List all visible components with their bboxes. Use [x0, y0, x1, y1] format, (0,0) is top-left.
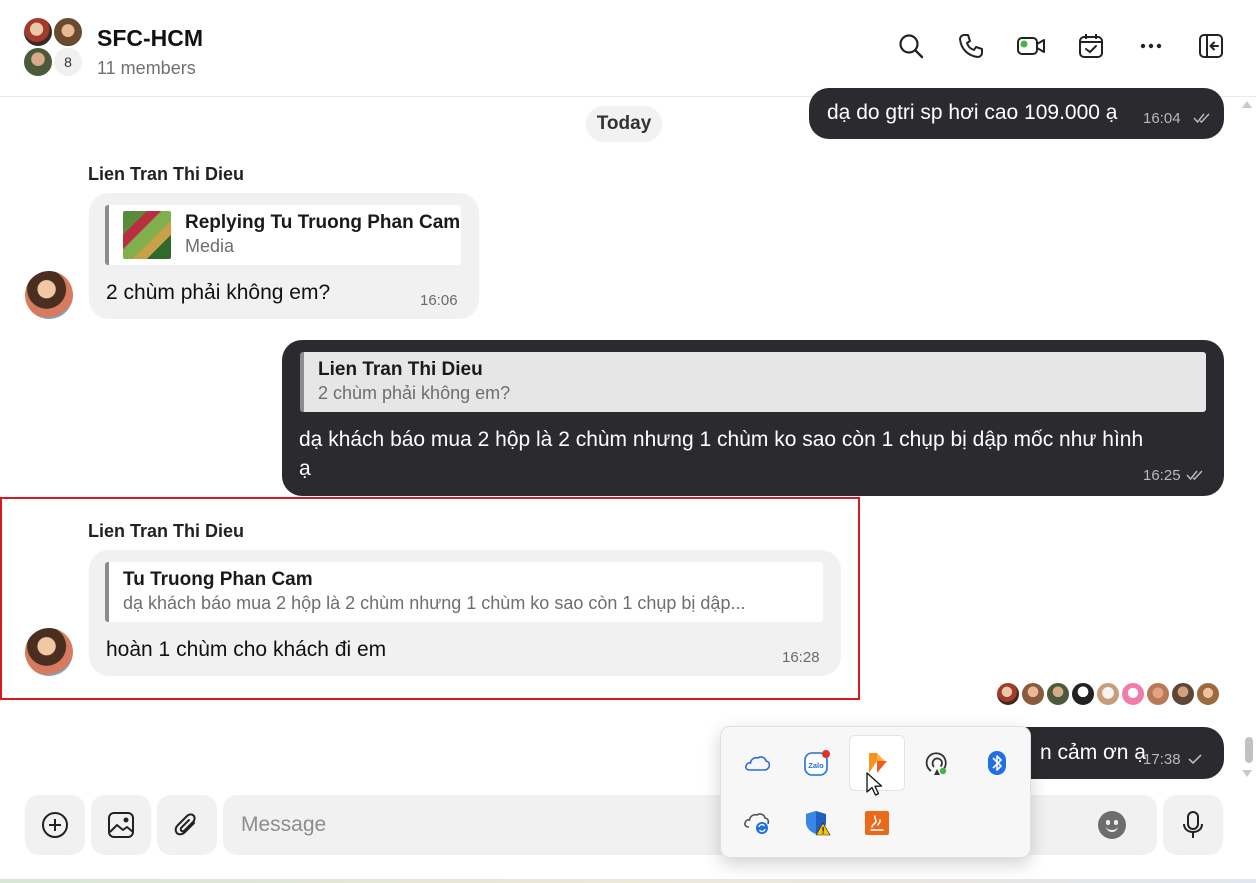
- microphone-icon: [1183, 811, 1203, 838]
- video-call-icon[interactable]: [1015, 30, 1047, 62]
- reply-quote-text: dạ khách báo mua 2 hộp là 2 chùm nhưng 1…: [123, 593, 746, 613]
- window-bottom-edge: [0, 879, 1256, 883]
- message-text: n cảm ơn ạ: [1040, 741, 1146, 764]
- message-time: 16:25: [1143, 467, 1181, 484]
- svg-text:Zalo: Zalo: [808, 761, 824, 770]
- double-check-icon: [1186, 470, 1203, 481]
- member-count-badge: 8: [52, 46, 84, 78]
- sender-name[interactable]: Lien Tran Thi Dieu: [88, 164, 244, 185]
- message-time: 16:04: [1143, 110, 1181, 127]
- member-avatar: [52, 16, 84, 48]
- message-text: dạ do gtri sp hơi cao 109.000 ạ: [827, 101, 1118, 124]
- chat-header: 8 SFC-HCM 11 members: [0, 0, 1256, 97]
- incoming-message[interactable]: Replying Tu Truong Phan Cam Media 2 chùm…: [89, 193, 479, 319]
- seen-avatar: [1096, 682, 1120, 706]
- voice-message-button[interactable]: [1163, 795, 1223, 855]
- scroll-down-arrow[interactable]: [1242, 770, 1252, 777]
- java-update-icon[interactable]: [849, 795, 905, 851]
- add-button[interactable]: [25, 795, 85, 855]
- message-text-continued: ạ: [299, 457, 311, 480]
- reply-quote-name: Replying Tu Truong Phan Cam: [185, 212, 461, 233]
- message-text: hoàn 1 chùm cho khách đi em: [106, 638, 387, 661]
- seen-avatar: [1071, 682, 1095, 706]
- group-title[interactable]: SFC-HCM: [97, 25, 203, 52]
- seen-avatar: [1171, 682, 1195, 706]
- member-avatar: [22, 16, 54, 48]
- emoji-icon[interactable]: [1098, 811, 1126, 839]
- image-button[interactable]: [91, 795, 151, 855]
- more-options-icon[interactable]: [1135, 30, 1167, 62]
- seen-avatar: [1021, 682, 1045, 706]
- date-divider: Today: [586, 106, 662, 142]
- bluetooth-icon[interactable]: [969, 735, 1025, 791]
- sender-avatar[interactable]: [25, 271, 73, 319]
- seen-avatar: [1121, 682, 1145, 706]
- phone-icon[interactable]: [955, 30, 987, 62]
- reply-quote[interactable]: Lien Tran Thi Dieu 2 chùm phải không em?: [300, 352, 1206, 412]
- reply-quote[interactable]: Tu Truong Phan Cam dạ khách báo mua 2 hộ…: [105, 562, 823, 622]
- reply-media-thumbnail: [123, 211, 171, 259]
- double-check-icon: [1193, 113, 1210, 124]
- message-text: 2 chùm phải không em?: [106, 281, 331, 304]
- windows-security-icon[interactable]: [789, 795, 845, 851]
- reply-quote-text: Media: [185, 236, 235, 256]
- system-tray-overflow: Zalo: [720, 726, 1031, 858]
- airplay-icon[interactable]: [909, 735, 965, 791]
- incoming-message[interactable]: Tu Truong Phan Cam dạ khách báo mua 2 hộ…: [89, 550, 841, 676]
- seen-avatar: [1146, 682, 1170, 706]
- paperclip-icon: [174, 813, 196, 836]
- attach-button[interactable]: [157, 795, 217, 855]
- reply-quote-name: Lien Tran Thi Dieu: [318, 359, 483, 380]
- message-time: 17:38: [1143, 751, 1181, 768]
- toggle-sidebar-icon[interactable]: [1195, 30, 1227, 62]
- member-count[interactable]: 11 members: [97, 58, 196, 79]
- member-avatar: [22, 46, 54, 78]
- outgoing-message[interactable]: dạ do gtri sp hơi cao 109.000 ạ 16:04: [809, 88, 1224, 139]
- seen-avatar: [996, 682, 1020, 706]
- seen-avatar: [1196, 682, 1220, 706]
- onedrive-icon[interactable]: [729, 735, 785, 791]
- outgoing-message[interactable]: Lien Tran Thi Dieu 2 chùm phải không em?…: [282, 340, 1224, 496]
- reply-quote-name: Tu Truong Phan Cam: [123, 569, 313, 590]
- seen-by-avatars[interactable]: [996, 682, 1224, 706]
- scroll-up-arrow[interactable]: [1242, 101, 1252, 108]
- message-time: 16:06: [420, 292, 458, 309]
- sender-avatar[interactable]: [25, 628, 73, 676]
- message-time: 16:28: [782, 649, 820, 666]
- reply-quote[interactable]: Replying Tu Truong Phan Cam Media: [105, 205, 461, 265]
- reply-quote-text: 2 chùm phải không em?: [318, 383, 511, 403]
- image-icon: [108, 812, 134, 838]
- search-icon[interactable]: [895, 30, 927, 62]
- zalo-icon[interactable]: Zalo: [789, 735, 845, 791]
- check-icon: [1188, 754, 1202, 765]
- scrollbar-thumb[interactable]: [1245, 737, 1253, 763]
- group-avatar[interactable]: 8: [22, 16, 86, 80]
- outgoing-message[interactable]: n cảm ơn ạ 17:38: [1000, 727, 1224, 779]
- sender-name[interactable]: Lien Tran Thi Dieu: [88, 521, 244, 542]
- orange-app-icon[interactable]: [849, 735, 905, 796]
- message-text: dạ khách báo mua 2 hộp là 2 chùm nhưng 1…: [299, 428, 1144, 451]
- plus-circle-icon: [42, 812, 68, 838]
- seen-avatar: [1046, 682, 1070, 706]
- onedrive-sync-icon[interactable]: [729, 795, 785, 851]
- calendar-check-icon[interactable]: [1075, 30, 1107, 62]
